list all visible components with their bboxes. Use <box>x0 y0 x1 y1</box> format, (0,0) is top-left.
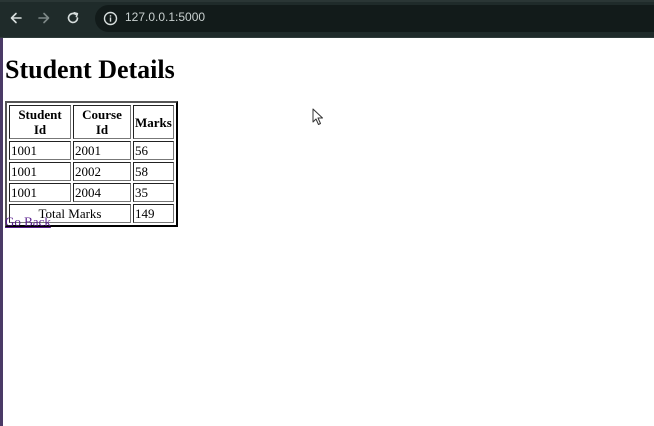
cell-marks: 35 <box>133 183 174 202</box>
table-row: 1001 2004 35 <box>9 183 174 202</box>
marks-table: Student Id Course Id Marks 1001 2001 56 … <box>5 101 178 227</box>
page-content: Student Details Student Id Course Id Mar… <box>5 38 654 426</box>
window-edge <box>0 0 3 426</box>
url-text[interactable]: 127.0.0.1:5000 <box>125 10 205 24</box>
arrow-right-icon <box>38 12 50 24</box>
page-title: Student Details <box>5 55 175 84</box>
address-bar[interactable]: 127.0.0.1:5000 <box>95 5 654 32</box>
table-row: 1001 2001 56 <box>9 141 174 160</box>
cell-student-id: 1001 <box>9 183 71 202</box>
toolbar-top-strip <box>0 0 654 2</box>
mouse-cursor-icon <box>312 108 324 131</box>
forward-button[interactable] <box>34 8 54 28</box>
browser-toolbar: 127.0.0.1:5000 <box>0 0 654 38</box>
header-marks: Marks <box>133 105 174 139</box>
site-info-icon[interactable] <box>103 11 118 26</box>
cell-marks: 56 <box>133 141 174 160</box>
cell-course-id: 2004 <box>73 183 131 202</box>
cell-student-id: 1001 <box>9 141 71 160</box>
cell-marks: 58 <box>133 162 174 181</box>
header-student-id: Student Id <box>9 105 71 139</box>
cell-student-id: 1001 <box>9 162 71 181</box>
go-back-link[interactable]: Go Back <box>5 214 51 230</box>
header-course-id: Course Id <box>73 105 131 139</box>
cell-course-id: 2002 <box>73 162 131 181</box>
arrow-left-icon <box>10 12 22 24</box>
table-row: 1001 2002 58 <box>9 162 174 181</box>
reload-button[interactable] <box>63 8 83 28</box>
cell-course-id: 2001 <box>73 141 131 160</box>
reload-icon <box>67 12 79 24</box>
back-button[interactable] <box>6 8 26 28</box>
table-header-row: Student Id Course Id Marks <box>9 105 174 139</box>
total-value: 149 <box>133 204 174 223</box>
